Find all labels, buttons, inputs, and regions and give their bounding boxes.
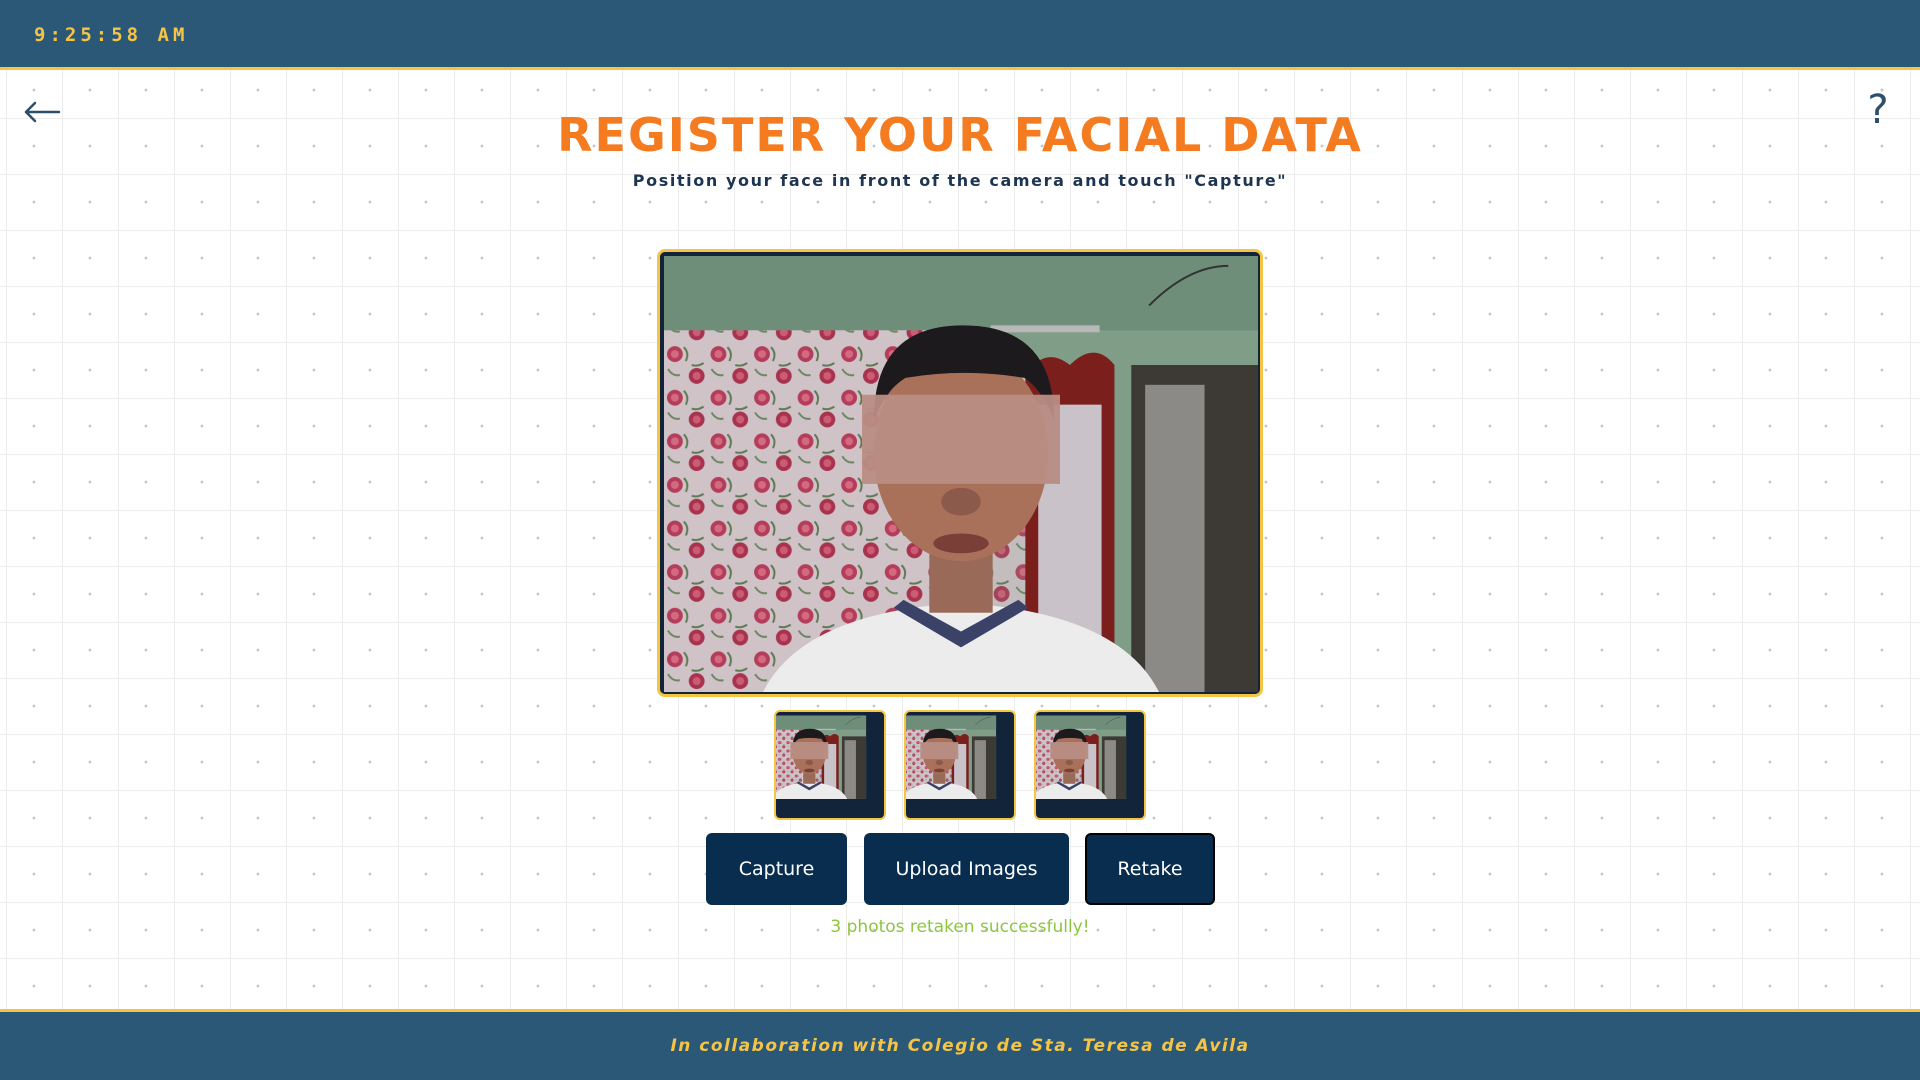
captured-photo-thumbnail[interactable] bbox=[774, 710, 886, 820]
captured-thumbnails bbox=[774, 710, 1146, 820]
captured-photo-thumbnail[interactable] bbox=[1034, 710, 1146, 820]
footer-text: In collaboration with Colegio de Sta. Te… bbox=[670, 1036, 1250, 1056]
captured-photo-image bbox=[906, 712, 1014, 818]
camera-feed-image bbox=[664, 256, 1258, 692]
upload-images-button[interactable]: Upload Images bbox=[864, 833, 1069, 905]
captured-photo-thumbnail[interactable] bbox=[904, 710, 1016, 820]
captured-photo-image bbox=[1036, 712, 1144, 818]
retake-button[interactable]: Retake bbox=[1085, 833, 1215, 905]
status-message: 3 photos retaken successfully! bbox=[830, 917, 1090, 937]
captured-photo-image bbox=[776, 712, 884, 818]
capture-button[interactable]: Capture bbox=[706, 833, 847, 905]
page-title: REGISTER YOUR FACIAL DATA bbox=[557, 108, 1363, 162]
footer-bar: In collaboration with Colegio de Sta. Te… bbox=[0, 1009, 1920, 1080]
clock: 9:25:58 AM bbox=[34, 24, 189, 46]
top-bar: 9:25:58 AM bbox=[0, 0, 1920, 70]
camera-preview bbox=[657, 249, 1263, 697]
page-subtitle: Position your face in front of the camer… bbox=[632, 171, 1288, 190]
